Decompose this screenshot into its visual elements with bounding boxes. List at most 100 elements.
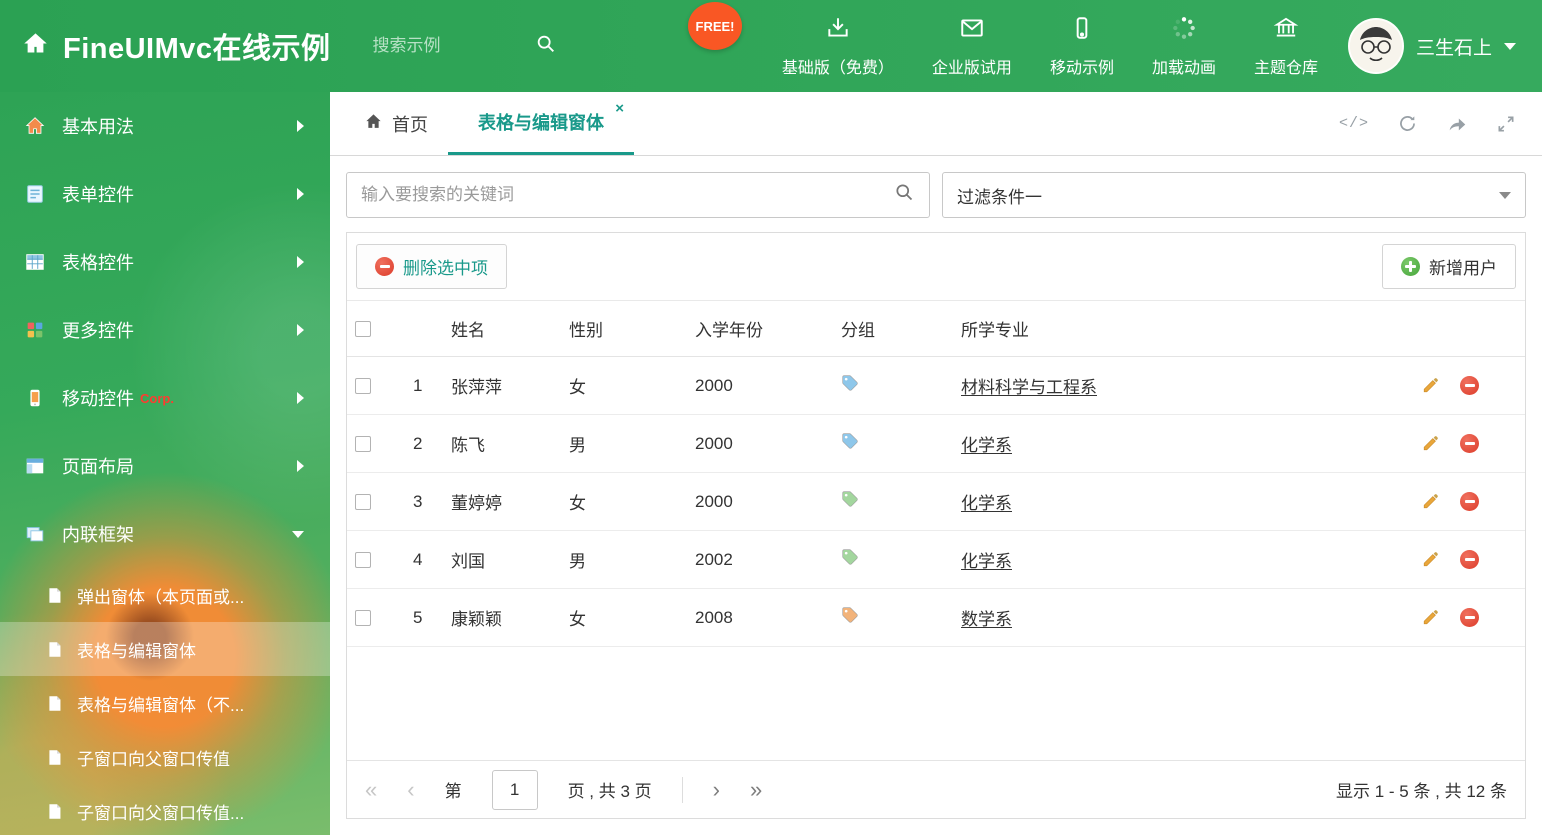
- home-icon: [22, 30, 49, 62]
- col-gender: 性别: [561, 301, 687, 357]
- edit-icon[interactable]: [1421, 550, 1440, 569]
- tag-icon: [841, 549, 859, 570]
- major-link[interactable]: 化学系: [961, 552, 1012, 571]
- sidebar-item-inline-frame[interactable]: 内联框架: [0, 500, 330, 568]
- view-source-icon[interactable]: </>: [1339, 115, 1369, 132]
- spinner-icon: [1171, 15, 1197, 46]
- page-icon: [46, 641, 63, 658]
- corp-badge: Corp.: [140, 390, 174, 406]
- nav-item-mobile-demo[interactable]: 移动示例: [1050, 15, 1114, 78]
- mobile-icon: [24, 387, 46, 409]
- table-row: 2 陈飞 男 2000 化学系: [347, 414, 1525, 473]
- sidebar-item-label: 基本用法: [62, 117, 134, 137]
- delete-icon[interactable]: [1460, 608, 1479, 627]
- major-link[interactable]: 化学系: [961, 494, 1012, 513]
- row-index: 4: [405, 530, 443, 589]
- delete-icon[interactable]: [1460, 492, 1479, 511]
- chevron-right-icon: [297, 324, 304, 336]
- edit-icon[interactable]: [1421, 608, 1440, 627]
- sidebar-item-label: 表格控件: [62, 253, 134, 273]
- tab-label: 首页: [392, 114, 428, 135]
- table-row: 1 张萍萍 女 2000 材料科学与工程系: [347, 356, 1525, 415]
- top-header: FineUIMvc在线示例 FREE! 基础版（免费） 企业版试用: [0, 0, 1542, 92]
- table-row: 3 董婷婷 女 2000 化学系: [347, 472, 1525, 531]
- search-icon[interactable]: [894, 182, 915, 208]
- tab-home[interactable]: 首页: [344, 92, 448, 155]
- row-index: 1: [405, 356, 443, 415]
- sidebar-subitem-label: 表格与编辑窗体（不...: [77, 695, 245, 715]
- nav-label: 企业版试用: [931, 59, 1012, 77]
- first-page-icon[interactable]: «: [365, 778, 377, 801]
- sidebar-subitem-grid-edit-window[interactable]: 表格与编辑窗体: [0, 622, 330, 676]
- nav-item-theme-repo[interactable]: 主题仓库: [1254, 15, 1318, 78]
- sidebar-item-more-controls[interactable]: 更多控件: [0, 296, 330, 364]
- major-link[interactable]: 数学系: [961, 610, 1012, 629]
- expand-icon[interactable]: [1496, 114, 1516, 134]
- row-checkbox[interactable]: [355, 552, 371, 569]
- tag-icon: [841, 491, 859, 512]
- sidebar-subitem-label: 弹出窗体（本页面或...: [77, 587, 245, 607]
- major-link[interactable]: 化学系: [961, 436, 1012, 455]
- button-label: 删除选中项: [403, 259, 488, 278]
- row-index: 2: [405, 414, 443, 473]
- col-actions: [1413, 301, 1525, 357]
- next-page-icon[interactable]: ›: [713, 778, 720, 801]
- sidebar-subitem-label: 子窗口向父窗口传值...: [77, 803, 245, 823]
- delete-selected-button[interactable]: 删除选中项: [356, 244, 507, 289]
- share-icon[interactable]: [1446, 113, 1468, 135]
- add-user-button[interactable]: 新增用户: [1382, 244, 1516, 289]
- tab-toolbar: </>: [1339, 92, 1542, 155]
- sidebar-subitem-popup-window[interactable]: 弹出窗体（本页面或...: [0, 568, 330, 622]
- nav-item-enterprise-trial[interactable]: 企业版试用: [932, 15, 1012, 78]
- row-checkbox[interactable]: [355, 610, 371, 627]
- cell-group: [833, 530, 953, 589]
- delete-icon[interactable]: [1460, 434, 1479, 453]
- sidebar-item-form-controls[interactable]: 表单控件: [0, 160, 330, 228]
- row-checkbox[interactable]: [355, 436, 371, 453]
- row-index: 5: [405, 588, 443, 647]
- sidebar-item-grid-controls[interactable]: 表格控件: [0, 228, 330, 296]
- refresh-icon[interactable]: [1397, 113, 1418, 134]
- nav-item-basic-edition[interactable]: 基础版（免费）: [782, 15, 894, 78]
- chevron-right-icon: [297, 460, 304, 472]
- nav-item-loading-animation[interactable]: 加载动画: [1152, 15, 1216, 78]
- tab-grid-edit-window[interactable]: 表格与编辑窗体 ×: [448, 92, 634, 155]
- cell-name: 康颖颖: [443, 588, 561, 647]
- edit-icon[interactable]: [1421, 376, 1440, 395]
- col-name: 姓名: [443, 301, 561, 357]
- search-icon[interactable]: [535, 33, 557, 60]
- header-search-input[interactable]: [372, 36, 523, 56]
- sidebar-item-basic-usage[interactable]: 基本用法: [0, 92, 330, 160]
- select-all-cell: [347, 301, 405, 357]
- nav-label: 主题仓库: [1253, 59, 1318, 77]
- sidebar-item-mobile-controls[interactable]: 移动控件 Corp.: [0, 364, 330, 432]
- delete-icon[interactable]: [1460, 376, 1479, 395]
- close-icon[interactable]: ×: [615, 101, 624, 116]
- last-page-icon[interactable]: »: [750, 778, 762, 801]
- page-icon: [46, 695, 63, 712]
- col-group: 分组: [833, 301, 953, 357]
- cell-gender: 女: [561, 356, 687, 415]
- major-link[interactable]: 材料科学与工程系: [961, 378, 1097, 397]
- sidebar-subitem-child-to-parent[interactable]: 子窗口向父窗口传值: [0, 730, 330, 784]
- sidebar-subitem-child-to-parent-alt[interactable]: 子窗口向父窗口传值...: [0, 784, 330, 835]
- user-menu[interactable]: 三生石上: [1318, 18, 1542, 74]
- edit-icon[interactable]: [1421, 434, 1440, 453]
- page-number-input[interactable]: [491, 769, 538, 810]
- sidebar-item-page-layout[interactable]: 页面布局: [0, 432, 330, 500]
- filter-dropdown[interactable]: 过滤条件一: [942, 172, 1526, 218]
- delete-icon[interactable]: [1460, 550, 1479, 569]
- cell-name: 张萍萍: [443, 356, 561, 415]
- cell-year: 2000: [687, 414, 833, 473]
- keyword-search-input[interactable]: [361, 185, 894, 205]
- select-all-checkbox[interactable]: [355, 321, 371, 338]
- row-checkbox[interactable]: [355, 378, 371, 395]
- brand[interactable]: FineUIMvc在线示例: [0, 25, 331, 67]
- mobile-icon: [1069, 15, 1095, 46]
- user-name: 三生石上: [1415, 37, 1492, 59]
- edit-icon[interactable]: [1421, 492, 1440, 511]
- chevron-right-icon: [297, 392, 304, 404]
- prev-page-icon[interactable]: ‹: [407, 778, 414, 801]
- sidebar-subitem-grid-edit-window-alt[interactable]: 表格与编辑窗体（不...: [0, 676, 330, 730]
- row-checkbox[interactable]: [355, 494, 371, 511]
